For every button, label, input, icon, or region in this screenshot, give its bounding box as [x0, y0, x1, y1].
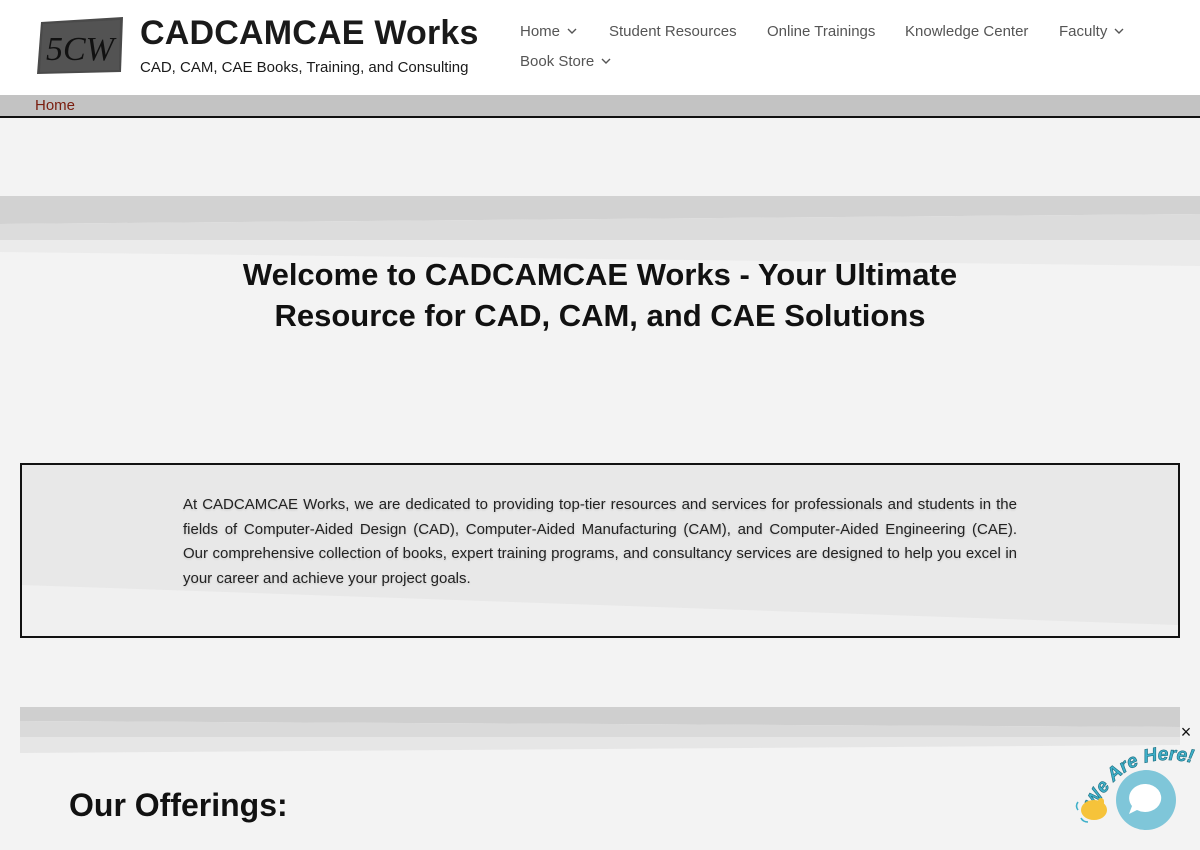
nav-item-knowledge-center[interactable]: Knowledge Center — [905, 23, 1028, 40]
intro-box: At CADCAMCAE Works, we are dedicated to … — [20, 463, 1180, 638]
nav-item-online-trainings[interactable]: Online Trainings — [767, 23, 875, 40]
hero-title-line-2: Resource for CAD, CAM, and CAE Solutions — [274, 298, 926, 333]
site-header: 5CW CADCAMCAE Works CAD, CAM, CAE Books,… — [0, 0, 1200, 95]
decorative-band-bottom — [20, 707, 1180, 753]
chevron-down-icon — [600, 54, 612, 66]
nav-item-label: Book Store — [520, 53, 595, 70]
waving-hand-icon — [1075, 798, 1107, 823]
logo-graphic: 5CW — [37, 17, 123, 74]
chat-open-button[interactable] — [1116, 770, 1176, 830]
nav-item-student-resources[interactable]: Student Resources — [609, 23, 737, 40]
chat-bubble-icon — [1129, 783, 1162, 814]
breadcrumb: Home — [0, 95, 1200, 118]
nav-item-label: Student Resources — [609, 23, 737, 40]
site-tagline: CAD, CAM, CAE Books, Training, and Consu… — [140, 59, 469, 76]
nav-item-label: Online Trainings — [767, 23, 876, 40]
nav-item-label: Home — [520, 23, 561, 40]
nav-item-book-store[interactable]: Book Store — [520, 53, 612, 70]
hero-title: Welcome to CADCAMCAE Works - Your Ultima… — [150, 254, 1050, 336]
hero-title-line-1: Welcome to CADCAMCAE Works - Your Ultima… — [242, 257, 958, 292]
logo-text: 5CW — [46, 31, 117, 68]
nav-item-faculty[interactable]: Faculty — [1059, 23, 1125, 40]
chevron-down-icon — [1113, 24, 1125, 36]
site-title[interactable]: CADCAMCAE Works — [140, 14, 479, 53]
nav-item-label: Knowledge Center — [905, 23, 1029, 40]
breadcrumb-home-link[interactable]: Home — [35, 97, 75, 114]
nav-item-label: Faculty — [1059, 23, 1108, 40]
site-logo[interactable]: 5CW — [35, 16, 125, 76]
nav-item-home[interactable]: Home — [520, 23, 578, 40]
intro-text: At CADCAMCAE Works, we are dedicated to … — [183, 496, 1017, 587]
offerings-title: Our Offerings: — [69, 787, 288, 823]
chevron-down-icon — [566, 24, 578, 36]
